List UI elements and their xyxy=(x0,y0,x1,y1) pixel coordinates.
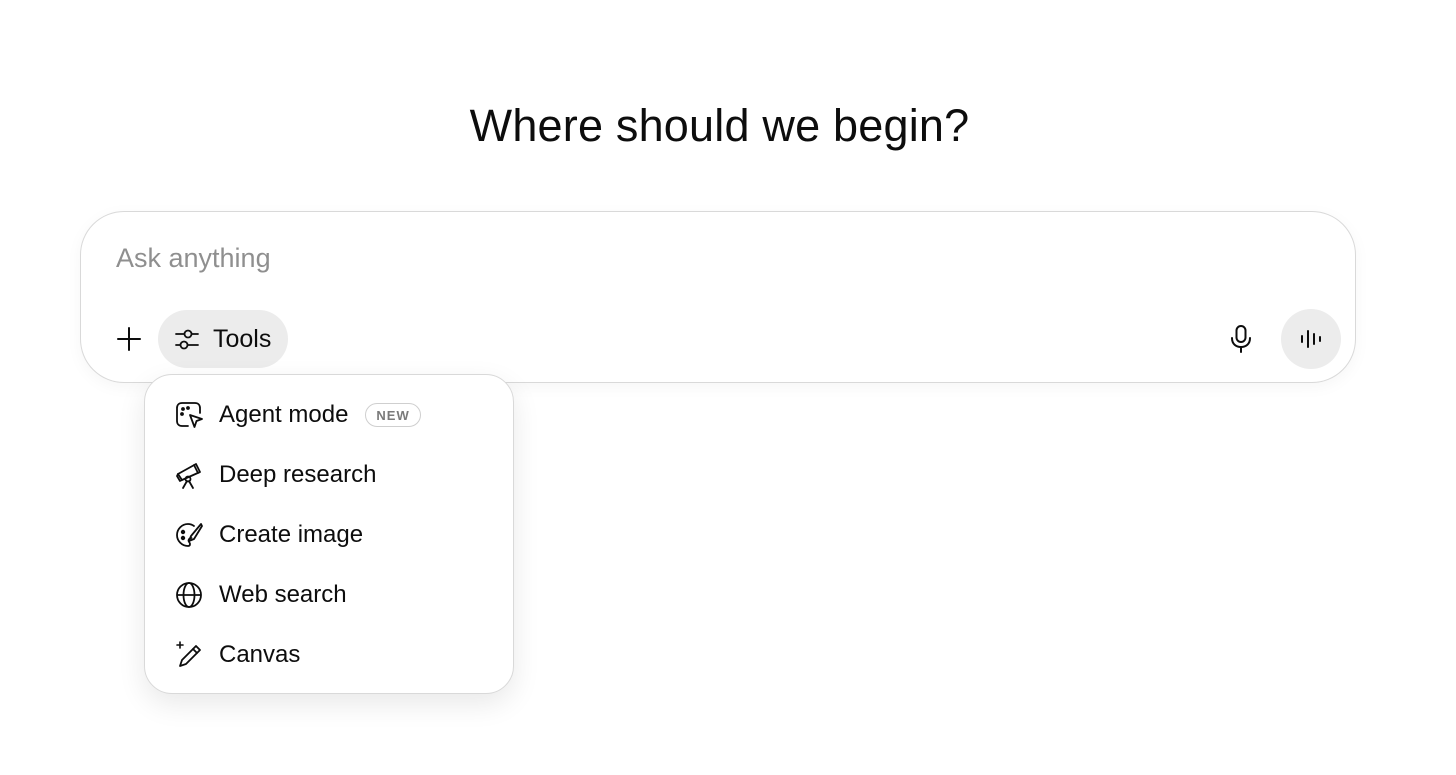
agent-cursor-icon xyxy=(173,399,205,431)
dictate-button[interactable] xyxy=(1221,319,1261,359)
voice-waveform-icon xyxy=(1298,326,1324,352)
menu-item-create-image[interactable]: Create image xyxy=(159,509,499,561)
menu-item-agent-mode[interactable]: Agent mode NEW xyxy=(159,389,499,441)
new-badge: NEW xyxy=(365,403,421,427)
menu-item-web-search[interactable]: Web search xyxy=(159,569,499,621)
tools-button[interactable]: Tools xyxy=(158,310,288,368)
menu-item-label: Agent mode xyxy=(219,401,349,428)
voice-mode-button[interactable] xyxy=(1281,309,1341,369)
menu-item-label: Canvas xyxy=(219,641,301,668)
globe-icon xyxy=(173,579,205,611)
telescope-icon xyxy=(173,459,205,491)
plus-icon xyxy=(116,326,142,352)
tools-menu: Agent mode NEW Deep research Create imag… xyxy=(144,374,514,694)
menu-item-label: Web search xyxy=(219,581,347,608)
page-heading: Where should we begin? xyxy=(469,100,970,151)
menu-item-canvas[interactable]: Canvas xyxy=(159,629,499,681)
sliders-icon xyxy=(174,326,200,352)
tools-label: Tools xyxy=(213,324,272,353)
microphone-icon xyxy=(1228,324,1254,354)
palette-brush-icon xyxy=(173,519,205,551)
menu-item-label: Create image xyxy=(219,521,364,548)
prompt-composer: Tools xyxy=(80,211,1356,383)
menu-item-deep-research[interactable]: Deep research xyxy=(159,449,499,501)
menu-item-label: Deep research xyxy=(219,461,377,488)
page: Where should we begin? Tools xyxy=(0,0,1456,775)
pencil-sparkle-icon xyxy=(173,639,205,671)
add-attachment-button[interactable] xyxy=(109,319,149,359)
prompt-input[interactable] xyxy=(116,238,1216,278)
